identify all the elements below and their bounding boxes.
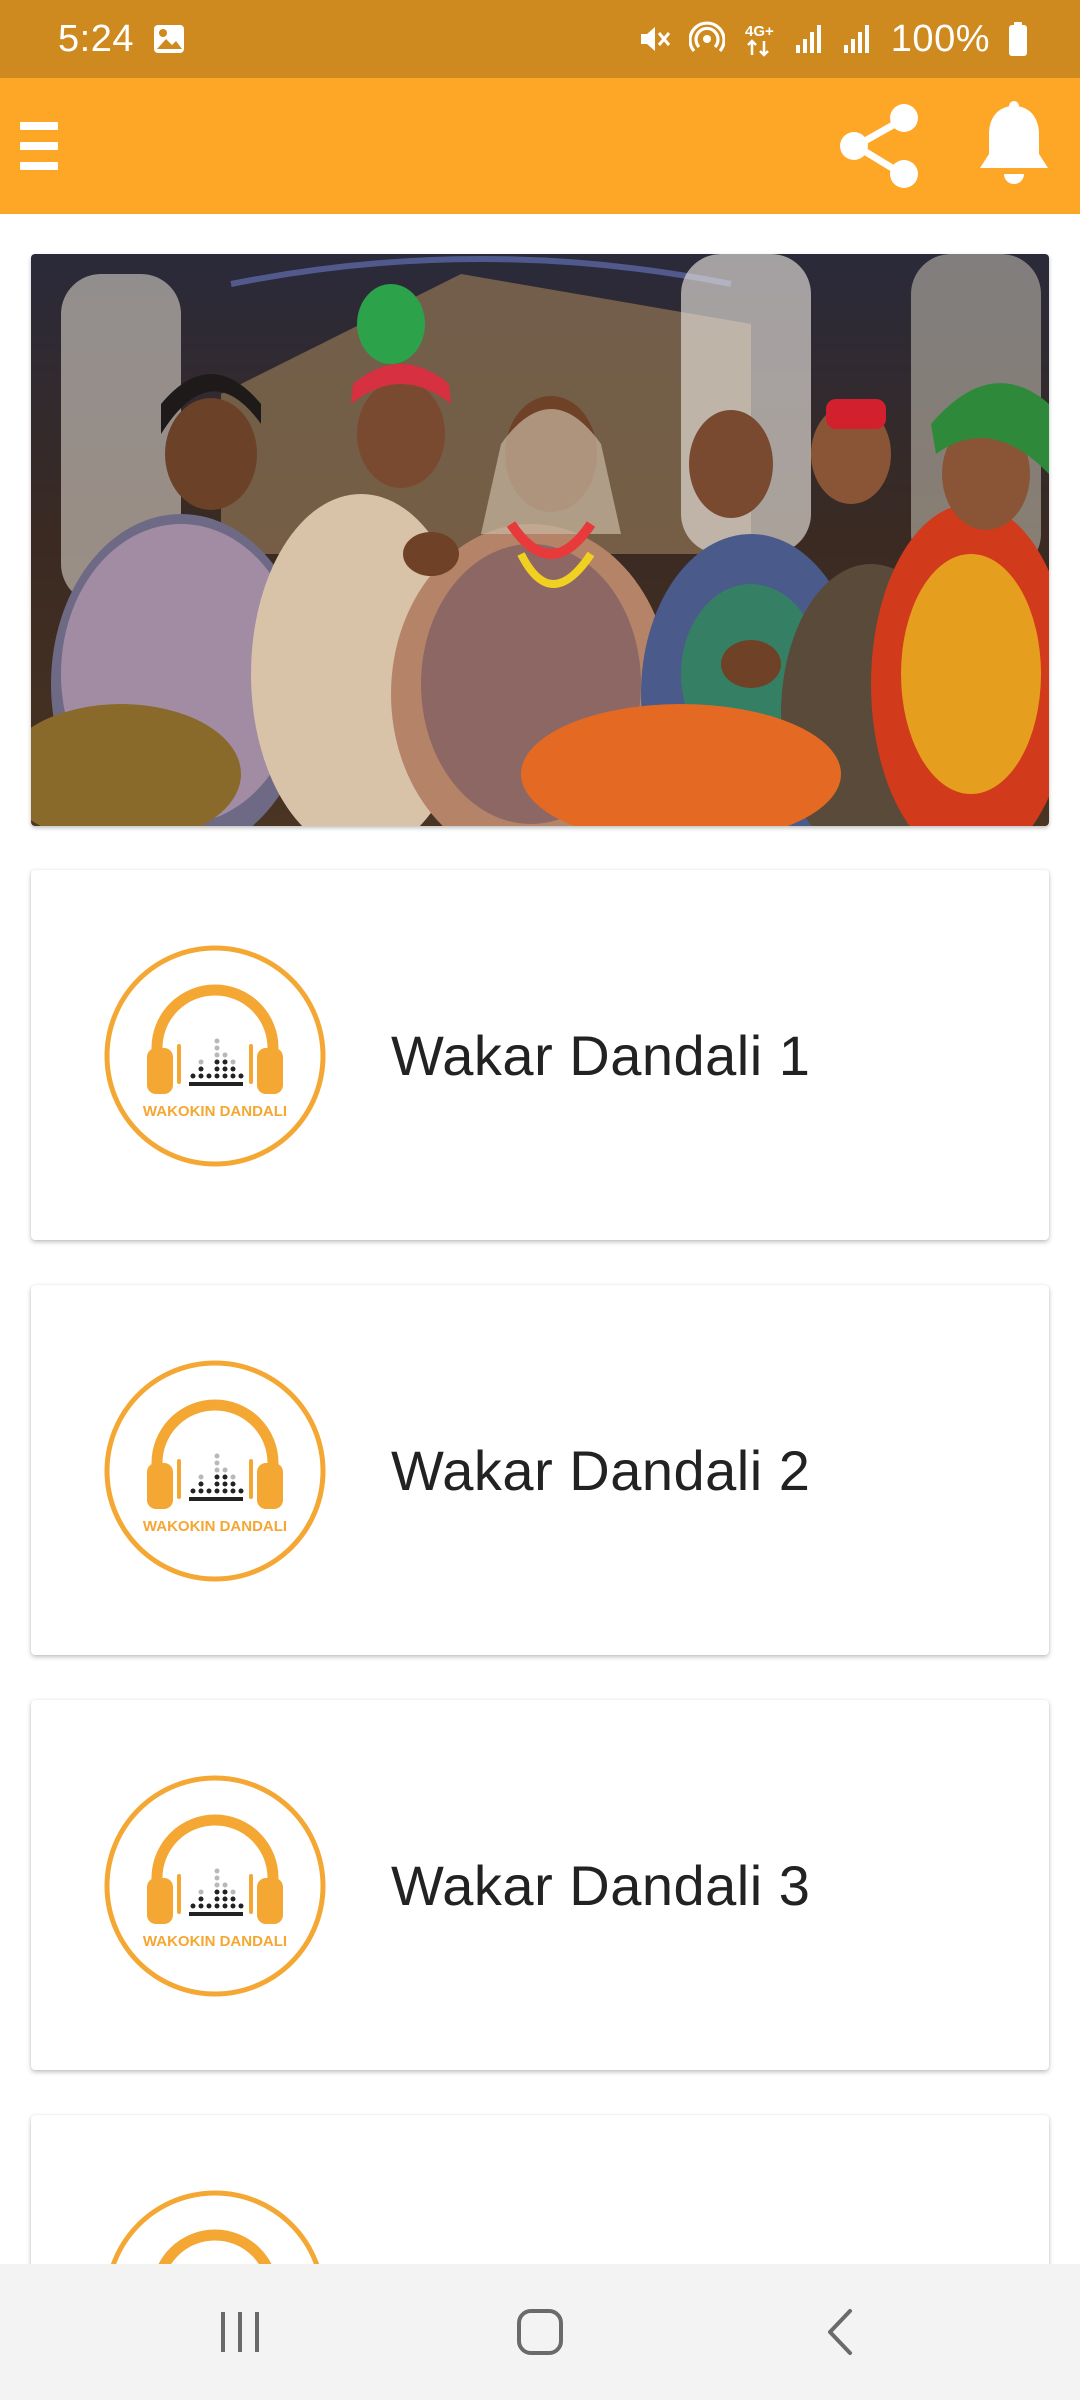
battery-percent: 100% bbox=[890, 17, 990, 60]
svg-text:4G+: 4G+ bbox=[745, 23, 774, 40]
logo-text: WAKOKIN DANDALI bbox=[143, 1933, 287, 1950]
status-bar: 5:24 4G+ 100% bbox=[0, 0, 1080, 78]
list-item[interactable] bbox=[31, 2115, 1049, 2264]
item-title: Wakar Dandali 2 bbox=[391, 1438, 811, 1502]
recents-icon[interactable] bbox=[180, 2282, 300, 2382]
signal-icon bbox=[843, 23, 873, 55]
logo-text: WAKOKIN DANDALI bbox=[143, 1103, 287, 1120]
appbar-actions bbox=[830, 98, 1054, 194]
system-nav-bar bbox=[0, 2264, 1080, 2400]
back-icon[interactable] bbox=[780, 2282, 900, 2382]
battery-icon bbox=[1008, 21, 1028, 57]
status-time: 5:24 bbox=[58, 17, 134, 60]
menu-icon[interactable] bbox=[20, 122, 58, 170]
headphones-logo-icon: WAKOKIN DANDALI bbox=[103, 944, 327, 1168]
headphones-logo-icon: WAKOKIN DANDALI bbox=[103, 1774, 327, 1998]
bell-icon[interactable] bbox=[974, 98, 1054, 194]
item-title: Wakar Dandali 3 bbox=[391, 1853, 811, 1917]
headphones-logo-icon: WAKOKIN DANDALI bbox=[103, 1359, 327, 1583]
list-item[interactable]: WAKOKIN DANDALI Wakar Dandali 2 bbox=[31, 1285, 1049, 1655]
home-icon[interactable] bbox=[480, 2282, 600, 2382]
logo-text: WAKOKIN DANDALI bbox=[143, 1518, 287, 1535]
banner-image bbox=[31, 254, 1049, 826]
list-item[interactable]: WAKOKIN DANDALI Wakar Dandali 3 bbox=[31, 1700, 1049, 2070]
share-icon[interactable] bbox=[830, 98, 926, 194]
item-title: Wakar Dandali 1 bbox=[391, 1023, 811, 1087]
hotspot-icon bbox=[688, 21, 725, 57]
status-left: 5:24 bbox=[58, 18, 186, 61]
4g-icon: 4G+ bbox=[743, 21, 777, 57]
gallery-icon bbox=[152, 22, 186, 56]
app-bar bbox=[0, 78, 1080, 214]
headphones-logo-icon bbox=[103, 2189, 327, 2264]
status-right: 4G+ 100% bbox=[637, 18, 1028, 61]
content-list[interactable]: WAKOKIN DANDALI Wakar Dandali 1 WAKOKIN … bbox=[0, 214, 1080, 2264]
mute-icon bbox=[637, 22, 671, 56]
list-item[interactable]: WAKOKIN DANDALI Wakar Dandali 1 bbox=[31, 870, 1049, 1240]
signal-icon bbox=[795, 23, 825, 55]
